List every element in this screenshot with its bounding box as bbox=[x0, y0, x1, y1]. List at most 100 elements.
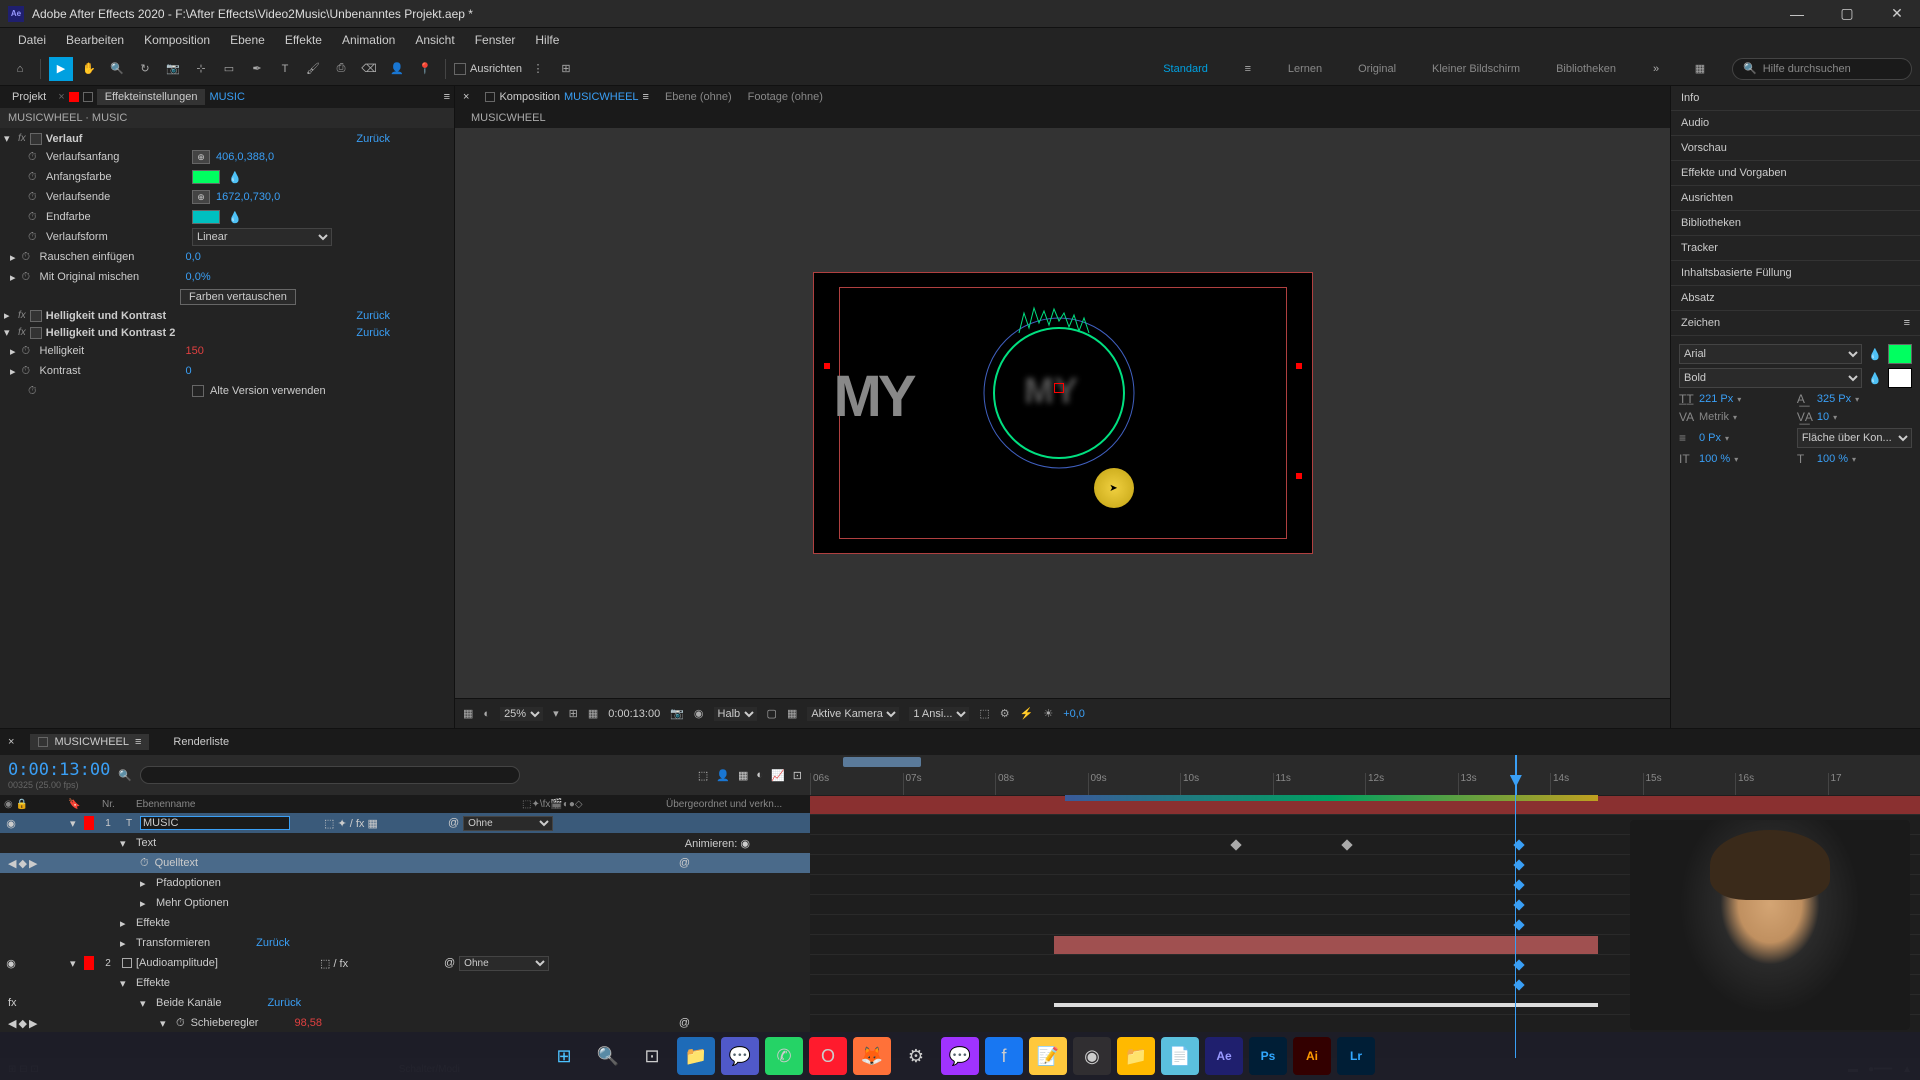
grid-icon[interactable]: ▦ bbox=[588, 707, 598, 720]
tab-project[interactable]: Projekt bbox=[4, 89, 54, 105]
stopwatch-icon[interactable]: ⏱ bbox=[22, 271, 34, 283]
content-aware-panel[interactable]: Inhaltsbasierte Füllung bbox=[1671, 261, 1920, 286]
taskbar-ai[interactable]: Ai bbox=[1293, 1037, 1331, 1075]
eraser-tool[interactable]: ⌫ bbox=[357, 57, 381, 81]
shy-icon[interactable]: 👤 bbox=[716, 769, 730, 782]
preview-panel[interactable]: Vorschau bbox=[1671, 136, 1920, 161]
taskbar-ps[interactable]: Ps bbox=[1249, 1037, 1287, 1075]
render-queue-tab[interactable]: Renderliste bbox=[165, 734, 237, 750]
prop-value[interactable]: 150 bbox=[186, 345, 204, 357]
property-name[interactable]: Beide Kanäle bbox=[156, 997, 221, 1009]
taskbar-taskview[interactable]: ⊡ bbox=[633, 1037, 671, 1075]
taskbar-whatsapp[interactable]: ✆ bbox=[765, 1037, 803, 1075]
workspace-original[interactable]: Original bbox=[1350, 59, 1404, 79]
effect-name[interactable]: Helligkeit und Kontrast bbox=[46, 310, 166, 322]
crosshair-icon[interactable]: ⊕ bbox=[192, 190, 210, 204]
close-button[interactable]: ✕ bbox=[1882, 4, 1912, 24]
brainstorm-icon[interactable]: ⊡ bbox=[793, 769, 802, 782]
reset-link[interactable]: Zurück bbox=[267, 997, 301, 1009]
reset-link[interactable]: Zurück bbox=[356, 133, 390, 145]
next-kf-icon[interactable]: ▶ bbox=[29, 857, 37, 870]
pen-tool[interactable]: ✒ bbox=[245, 57, 269, 81]
twirl-icon[interactable]: ▾ bbox=[120, 837, 130, 850]
fx-toggle[interactable] bbox=[30, 133, 42, 145]
transparency-icon[interactable]: ▦ bbox=[787, 707, 797, 720]
prop-value[interactable]: 1672,0,730,0 bbox=[216, 191, 280, 203]
fx-icon[interactable]: fx bbox=[18, 310, 26, 321]
prop-value[interactable]: 0,0 bbox=[186, 251, 201, 263]
taskbar-explorer[interactable]: 📁 bbox=[677, 1037, 715, 1075]
menu-komposition[interactable]: Komposition bbox=[134, 31, 220, 49]
property-name[interactable]: Schieberegler bbox=[191, 1017, 259, 1029]
twirl-icon[interactable]: ▾ bbox=[120, 977, 130, 990]
motion-blur-icon[interactable]: ◐ bbox=[756, 769, 763, 782]
effect-name[interactable]: Verlauf bbox=[46, 133, 83, 145]
twirl-icon[interactable]: ▸ bbox=[10, 365, 16, 378]
stopwatch-icon[interactable]: ⏱ bbox=[140, 857, 149, 870]
gradient-type-select[interactable]: Linear bbox=[192, 228, 332, 246]
timeline-layer[interactable]: ◉ ▾ 2 [Audioamplitude] ⬚ / fx @ Ohne bbox=[0, 953, 810, 973]
reset-link[interactable]: Zurück bbox=[356, 327, 390, 339]
twirl-icon[interactable]: ▾ bbox=[4, 132, 14, 145]
snap-checkbox[interactable]: Ausrichten bbox=[454, 63, 522, 75]
snap-grid[interactable]: ⊞ bbox=[554, 57, 578, 81]
stopwatch-icon[interactable]: ⏱ bbox=[28, 231, 40, 243]
anchor-tool[interactable]: ⊹ bbox=[189, 57, 213, 81]
menu-ebene[interactable]: Ebene bbox=[220, 31, 275, 49]
tracker-panel[interactable]: Tracker bbox=[1671, 236, 1920, 261]
view-select[interactable]: 1 Ansi... bbox=[909, 707, 969, 721]
taskbar-notes[interactable]: 📝 bbox=[1029, 1037, 1067, 1075]
prop-value[interactable]: 406,0,388,0 bbox=[216, 151, 274, 163]
prop-value[interactable]: 0,0% bbox=[186, 271, 211, 283]
brush-tool[interactable]: 🖌 bbox=[301, 57, 325, 81]
menu-bearbeiten[interactable]: Bearbeiten bbox=[56, 31, 134, 49]
font-size-value[interactable]: 221 Px bbox=[1699, 393, 1733, 405]
prop-value[interactable]: 0 bbox=[186, 365, 192, 377]
font-family-select[interactable]: Arial bbox=[1679, 344, 1862, 364]
stopwatch-icon[interactable]: ⏱ bbox=[28, 151, 40, 163]
shape-tool[interactable]: ▭ bbox=[217, 57, 241, 81]
taskbar-firefox[interactable]: 🦊 bbox=[853, 1037, 891, 1075]
parent-select[interactable]: Ohne bbox=[463, 816, 553, 831]
layer-color-tag[interactable] bbox=[84, 816, 94, 830]
taskbar-messenger[interactable]: 💬 bbox=[941, 1037, 979, 1075]
roto-tool[interactable]: 👤 bbox=[385, 57, 409, 81]
roi-icon[interactable]: ▢ bbox=[767, 707, 777, 720]
alpha-icon[interactable]: ▦ bbox=[463, 707, 473, 720]
taskbar-ae[interactable]: Ae bbox=[1205, 1037, 1243, 1075]
anchor-point[interactable] bbox=[1054, 383, 1064, 393]
libraries-panel[interactable]: Bibliotheken bbox=[1671, 211, 1920, 236]
crosshair-icon[interactable]: ⊕ bbox=[192, 150, 210, 164]
parent-pickwhip-icon[interactable]: @ bbox=[448, 817, 459, 829]
stroke-option-select[interactable]: Fläche über Kon... bbox=[1797, 428, 1912, 448]
comp-tab[interactable]: Komposition MUSICWHEEL ≡ bbox=[485, 91, 649, 103]
menu-ansicht[interactable]: Ansicht bbox=[405, 31, 464, 49]
prev-kf-icon[interactable]: ◀ bbox=[8, 1017, 16, 1030]
property-name[interactable]: Quelltext bbox=[155, 857, 198, 869]
twirl-icon[interactable]: ▸ bbox=[120, 917, 130, 930]
color-swatch[interactable] bbox=[192, 170, 220, 184]
property-name[interactable]: Effekte bbox=[136, 917, 170, 929]
home-tool[interactable]: ⌂ bbox=[8, 57, 32, 81]
exposure-value[interactable]: +0,0 bbox=[1063, 708, 1085, 720]
stopwatch-icon[interactable]: ⏱ bbox=[22, 251, 34, 263]
audio-panel[interactable]: Audio bbox=[1671, 111, 1920, 136]
comp-mini-icon[interactable]: ⬚ bbox=[698, 769, 708, 782]
reset-link[interactable]: Zurück bbox=[356, 310, 390, 322]
camera-tool[interactable]: 📷 bbox=[161, 57, 185, 81]
resolution-select[interactable]: Halb bbox=[714, 707, 757, 721]
comp-viewer[interactable]: MY MY bbox=[455, 128, 1670, 698]
layer-switches[interactable]: ⬚ ✦ / fx ▦ bbox=[324, 817, 444, 830]
align-panel[interactable]: Ausrichten bbox=[1671, 186, 1920, 211]
add-kf-icon[interactable]: ◆ bbox=[18, 857, 26, 870]
property-name[interactable]: Effekte bbox=[136, 977, 170, 989]
color-swatch[interactable] bbox=[192, 210, 220, 224]
next-kf-icon[interactable]: ▶ bbox=[29, 1017, 37, 1030]
twirl-icon[interactable]: ▸ bbox=[10, 271, 16, 284]
taskbar-lr[interactable]: Lr bbox=[1337, 1037, 1375, 1075]
twirl-icon[interactable]: ▸ bbox=[120, 937, 130, 950]
legacy-checkbox[interactable] bbox=[192, 385, 204, 397]
stopwatch-icon[interactable]: ⏱ bbox=[28, 385, 40, 397]
stroke-color-swatch[interactable] bbox=[1888, 368, 1912, 388]
layer-tab[interactable]: Ebene (ohne) bbox=[665, 91, 732, 103]
